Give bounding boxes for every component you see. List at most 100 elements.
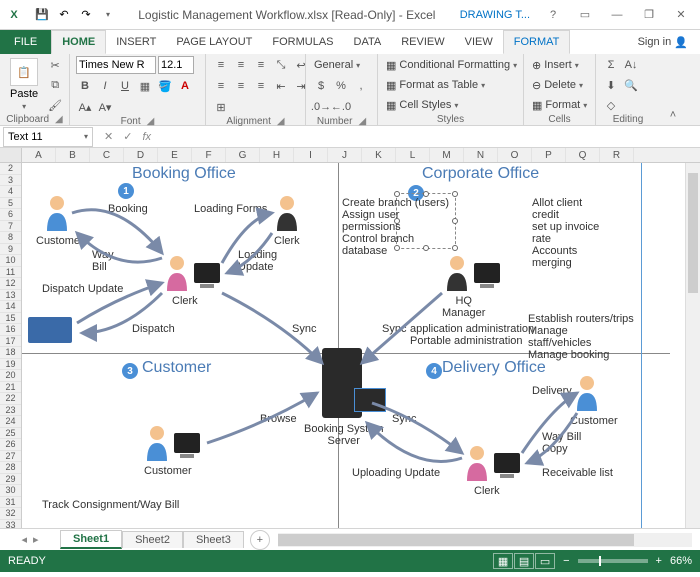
row-header[interactable]: 20: [0, 370, 21, 382]
underline-icon[interactable]: U: [116, 77, 134, 95]
row-header[interactable]: 8: [0, 232, 21, 244]
help-icon[interactable]: ?: [538, 2, 568, 28]
tab-data[interactable]: DATA: [344, 30, 392, 54]
row-header[interactable]: 13: [0, 290, 21, 302]
restore-icon[interactable]: ❐: [634, 2, 664, 28]
column-headers[interactable]: ABCDEFGHIJKLMNOPQR: [22, 148, 700, 163]
row-header[interactable]: 3: [0, 175, 21, 187]
row-header[interactable]: 16: [0, 324, 21, 336]
clear-icon[interactable]: ◇: [602, 96, 620, 114]
row-header[interactable]: 32: [0, 508, 21, 520]
row-header[interactable]: 33: [0, 520, 21, 529]
decrease-indent-icon[interactable]: ⇤: [272, 77, 290, 95]
align-middle-icon[interactable]: ≡: [232, 56, 250, 74]
font-launcher[interactable]: ◢: [147, 116, 155, 127]
format-painter-icon[interactable]: 🖌: [46, 96, 64, 114]
sign-in-link[interactable]: Sign in 👤: [626, 30, 700, 54]
copy-icon[interactable]: ⧉: [46, 76, 64, 94]
vertical-scrollbar[interactable]: [685, 163, 700, 528]
view-normal-icon[interactable]: ▦: [493, 553, 513, 569]
format-as-table-button[interactable]: ▦ Format as Table ▾: [384, 76, 487, 94]
row-header[interactable]: 11: [0, 267, 21, 279]
increase-decimal-icon[interactable]: .0→: [312, 98, 330, 116]
enter-formula-icon[interactable]: ✓: [123, 130, 132, 143]
merge-icon[interactable]: ⊞: [212, 98, 230, 116]
paste-button[interactable]: 📋 Paste▾: [6, 56, 42, 113]
number-launcher[interactable]: ◢: [358, 116, 366, 127]
italic-icon[interactable]: I: [96, 77, 114, 95]
row-header[interactable]: 22: [0, 393, 21, 405]
number-format-select[interactable]: General ▾: [312, 56, 362, 74]
row-header[interactable]: 2: [0, 163, 21, 175]
orientation-icon[interactable]: ⤡: [272, 56, 290, 74]
align-bottom-icon[interactable]: ≡: [252, 56, 270, 74]
cut-icon[interactable]: ✂: [46, 56, 64, 74]
border-icon[interactable]: ▦: [136, 77, 154, 95]
clipboard-launcher[interactable]: ◢: [55, 114, 63, 125]
col-header[interactable]: D: [124, 148, 158, 162]
fill-color-icon[interactable]: 🪣: [156, 77, 174, 95]
row-header[interactable]: 12: [0, 278, 21, 290]
cancel-formula-icon[interactable]: ✕: [104, 130, 113, 143]
font-name-input[interactable]: [76, 56, 156, 74]
zoom-slider[interactable]: [578, 559, 648, 563]
col-header[interactable]: K: [362, 148, 396, 162]
row-header[interactable]: 15: [0, 313, 21, 325]
tab-view[interactable]: VIEW: [455, 30, 503, 54]
row-header[interactable]: 6: [0, 209, 21, 221]
row-header[interactable]: 14: [0, 301, 21, 313]
row-header[interactable]: 28: [0, 462, 21, 474]
sheet-tab-3[interactable]: Sheet3: [183, 531, 244, 548]
row-header[interactable]: 7: [0, 221, 21, 233]
shrink-font-icon[interactable]: A▾: [96, 98, 114, 116]
row-header[interactable]: 17: [0, 336, 21, 348]
font-size-input[interactable]: [158, 56, 194, 74]
sheet-tab-1[interactable]: Sheet1: [60, 530, 122, 549]
add-sheet-button[interactable]: +: [250, 530, 270, 550]
row-header[interactable]: 21: [0, 382, 21, 394]
minimize-icon[interactable]: —: [602, 2, 632, 28]
col-header[interactable]: H: [260, 148, 294, 162]
font-color-icon[interactable]: A: [176, 77, 194, 95]
row-header[interactable]: 5: [0, 198, 21, 210]
row-header[interactable]: 31: [0, 497, 21, 509]
collapse-ribbon-icon[interactable]: ˄: [660, 54, 686, 125]
grow-font-icon[interactable]: A▴: [76, 98, 94, 116]
name-box[interactable]: Text 11▾: [3, 127, 93, 147]
col-header[interactable]: N: [464, 148, 498, 162]
col-header[interactable]: C: [90, 148, 124, 162]
col-header[interactable]: B: [56, 148, 90, 162]
bold-icon[interactable]: B: [76, 77, 94, 95]
col-header[interactable]: E: [158, 148, 192, 162]
tab-formulas[interactable]: FORMULAS: [262, 30, 343, 54]
col-header[interactable]: G: [226, 148, 260, 162]
sort-icon[interactable]: A↓: [622, 56, 640, 74]
zoom-out-button[interactable]: −: [563, 555, 569, 567]
align-center-icon[interactable]: ≡: [232, 77, 250, 95]
row-header[interactable]: 29: [0, 474, 21, 486]
fill-icon[interactable]: ⬇: [602, 76, 620, 94]
col-header[interactable]: P: [532, 148, 566, 162]
insert-cells-button[interactable]: ⊕ Insert ▾: [530, 56, 581, 74]
fx-icon[interactable]: fx: [142, 131, 151, 143]
close-icon[interactable]: ✕: [666, 2, 696, 28]
col-header[interactable]: I: [294, 148, 328, 162]
decrease-decimal-icon[interactable]: ←.0: [332, 98, 350, 116]
col-header[interactable]: Q: [566, 148, 600, 162]
save-icon[interactable]: 💾: [34, 7, 50, 23]
currency-icon[interactable]: $: [312, 77, 330, 95]
row-header[interactable]: 25: [0, 428, 21, 440]
col-header[interactable]: O: [498, 148, 532, 162]
comma-icon[interactable]: ,: [352, 77, 370, 95]
zoom-in-button[interactable]: +: [656, 555, 662, 567]
alignment-launcher[interactable]: ◢: [277, 116, 285, 127]
row-header[interactable]: 24: [0, 416, 21, 428]
col-header[interactable]: L: [396, 148, 430, 162]
col-header[interactable]: J: [328, 148, 362, 162]
ribbon-options-icon[interactable]: ▭: [570, 2, 600, 28]
horizontal-scrollbar[interactable]: [278, 533, 692, 547]
conditional-formatting-button[interactable]: ▦ Conditional Formatting ▾: [384, 56, 519, 74]
zoom-level[interactable]: 66%: [670, 555, 692, 567]
tab-file[interactable]: FILE: [0, 30, 51, 54]
align-left-icon[interactable]: ≡: [212, 77, 230, 95]
